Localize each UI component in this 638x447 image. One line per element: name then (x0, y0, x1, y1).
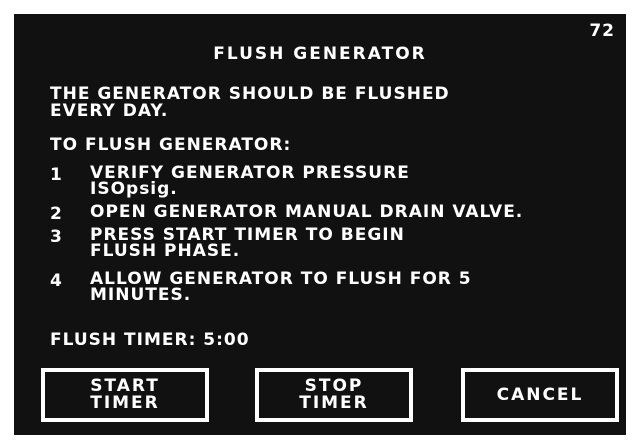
cancel-button[interactable]: CANCEL (461, 368, 619, 422)
step-text: VERIFY GENERATOR PRESSURE ISOpsig. (90, 163, 410, 199)
flush-timer: FLUSH TIMER: 5:00 (50, 330, 250, 350)
step-text: ALLOW GENERATOR TO FLUSH FOR 5 MINUTES. (90, 269, 472, 305)
step-number: 2 (50, 204, 63, 224)
screen-number: 72 (589, 21, 615, 41)
flush-generator-screen: 72 FLUSH GENERATOR THE GENERATOR SHOULD … (14, 14, 626, 435)
start-timer-button[interactable]: START TIMER (41, 368, 209, 422)
step-number: 3 (50, 227, 63, 247)
step-text: PRESS START TIMER TO BEGIN FLUSH PHASE. (90, 225, 405, 261)
step-text: OPEN GENERATOR MANUAL DRAIN VALVE. (90, 202, 524, 222)
stop-timer-button[interactable]: STOP TIMER (255, 368, 413, 422)
page-title: FLUSH GENERATOR (213, 44, 427, 64)
step-number: 1 (50, 165, 63, 185)
flush-timer-value: 5:00 (203, 330, 250, 350)
intro-text: THE GENERATOR SHOULD BE FLUSHED EVERY DA… (50, 84, 450, 121)
instructions-heading: TO FLUSH GENERATOR: (50, 135, 292, 155)
flush-timer-label: FLUSH TIMER: (50, 330, 197, 350)
step-number: 4 (50, 271, 63, 291)
